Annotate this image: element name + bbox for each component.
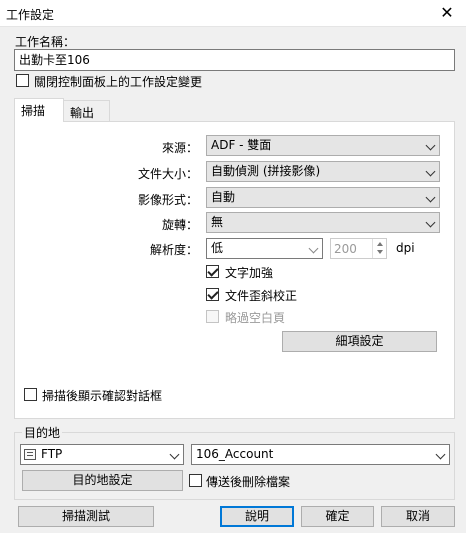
destination-target-value: 106_Account bbox=[196, 447, 274, 461]
source-value: ADF - 雙面 bbox=[211, 138, 272, 152]
skip-blank-checkbox bbox=[206, 310, 219, 323]
close-panel-changes-checkbox[interactable] bbox=[16, 74, 29, 87]
delete-after-send-label: 傳送後刪除檔案 bbox=[206, 475, 291, 489]
help-button[interactable]: 說明 bbox=[220, 506, 294, 527]
ok-button[interactable]: 確定 bbox=[301, 506, 374, 527]
doc-size-value: 自動偵測 (拼接影像) bbox=[211, 164, 321, 178]
text-enhance-option[interactable]: 文字加強 bbox=[206, 264, 406, 280]
resolution-label: 解析度： bbox=[149, 243, 198, 257]
close-panel-changes-option[interactable]: 關閉控制面板上的工作設定變更 bbox=[16, 73, 316, 89]
destination-type-select[interactable]: FTP bbox=[20, 444, 184, 465]
cancel-button[interactable]: 取消 bbox=[381, 506, 455, 527]
scan-test-button[interactable]: 掃描測試 bbox=[18, 506, 154, 527]
source-label: 來源： bbox=[161, 141, 198, 155]
text-enhance-checkbox[interactable] bbox=[206, 265, 219, 278]
show-confirm-dialog-checkbox[interactable] bbox=[24, 388, 37, 401]
rotation-label: 旋轉： bbox=[161, 218, 198, 232]
deskew-label: 文件歪斜校正 bbox=[225, 289, 298, 303]
chevron-down-icon bbox=[425, 166, 436, 177]
destination-type-value: FTP bbox=[41, 447, 63, 461]
window-title: 工作設定 bbox=[6, 8, 55, 22]
doc-size-label: 文件大小： bbox=[137, 167, 198, 181]
ftp-icon bbox=[24, 449, 36, 460]
spinner-arrows[interactable] bbox=[372, 239, 386, 258]
close-icon[interactable]: ✕ bbox=[432, 2, 462, 24]
chevron-down-icon bbox=[169, 449, 180, 460]
rotation-value: 無 bbox=[211, 215, 224, 229]
destination-group-label: 目的地 bbox=[22, 424, 63, 441]
resolution-select[interactable]: 低 bbox=[206, 238, 323, 259]
close-panel-changes-label: 關閉控制面板上的工作設定變更 bbox=[34, 75, 203, 89]
skip-blank-option: 略過空白頁 bbox=[206, 309, 406, 325]
destination-target-select[interactable]: 106_Account bbox=[191, 444, 450, 465]
resolution-value: 低 bbox=[211, 241, 224, 255]
tab-output[interactable]: 輸出 bbox=[63, 100, 110, 122]
title-bar: 工作設定 ✕ bbox=[0, 0, 466, 27]
dpi-unit: dpi bbox=[396, 241, 415, 255]
image-format-select[interactable]: 自動 bbox=[206, 187, 440, 208]
details-settings-button[interactable]: 細項設定 bbox=[282, 331, 437, 352]
chevron-down-icon bbox=[435, 449, 446, 460]
image-format-value: 自動 bbox=[211, 190, 236, 204]
text-enhance-label: 文字加強 bbox=[225, 266, 274, 280]
chevron-down-icon bbox=[425, 217, 436, 228]
deskew-option[interactable]: 文件歪斜校正 bbox=[206, 287, 406, 303]
chevron-down-icon bbox=[425, 140, 436, 151]
job-name-label: 工作名稱： bbox=[15, 35, 76, 49]
dpi-value: 200 bbox=[334, 242, 357, 256]
spin-down-icon[interactable] bbox=[377, 250, 383, 254]
show-confirm-dialog-label: 掃描後顯示確認對話框 bbox=[42, 389, 163, 403]
deskew-checkbox[interactable] bbox=[206, 288, 219, 301]
rotation-select[interactable]: 無 bbox=[206, 212, 440, 233]
delete-after-send-option[interactable]: 傳送後刪除檔案 bbox=[189, 473, 389, 489]
source-select[interactable]: ADF - 雙面 bbox=[206, 135, 440, 156]
job-name-input[interactable]: 出勤卡至106 bbox=[14, 49, 455, 71]
destination-settings-button[interactable]: 目的地設定 bbox=[22, 470, 183, 491]
skip-blank-label: 略過空白頁 bbox=[225, 311, 286, 325]
chevron-down-icon bbox=[425, 192, 436, 203]
doc-size-select[interactable]: 自動偵測 (拼接影像) bbox=[206, 161, 440, 182]
dpi-spinner[interactable]: 200 bbox=[330, 238, 387, 259]
delete-after-send-checkbox[interactable] bbox=[189, 474, 202, 487]
image-format-label: 影像形式： bbox=[137, 193, 198, 207]
show-confirm-dialog-option[interactable]: 掃描後顯示確認對話框 bbox=[24, 387, 274, 403]
chevron-down-icon bbox=[308, 243, 319, 254]
spin-up-icon[interactable] bbox=[377, 242, 383, 246]
tab-scan[interactable]: 掃描 bbox=[14, 98, 64, 122]
